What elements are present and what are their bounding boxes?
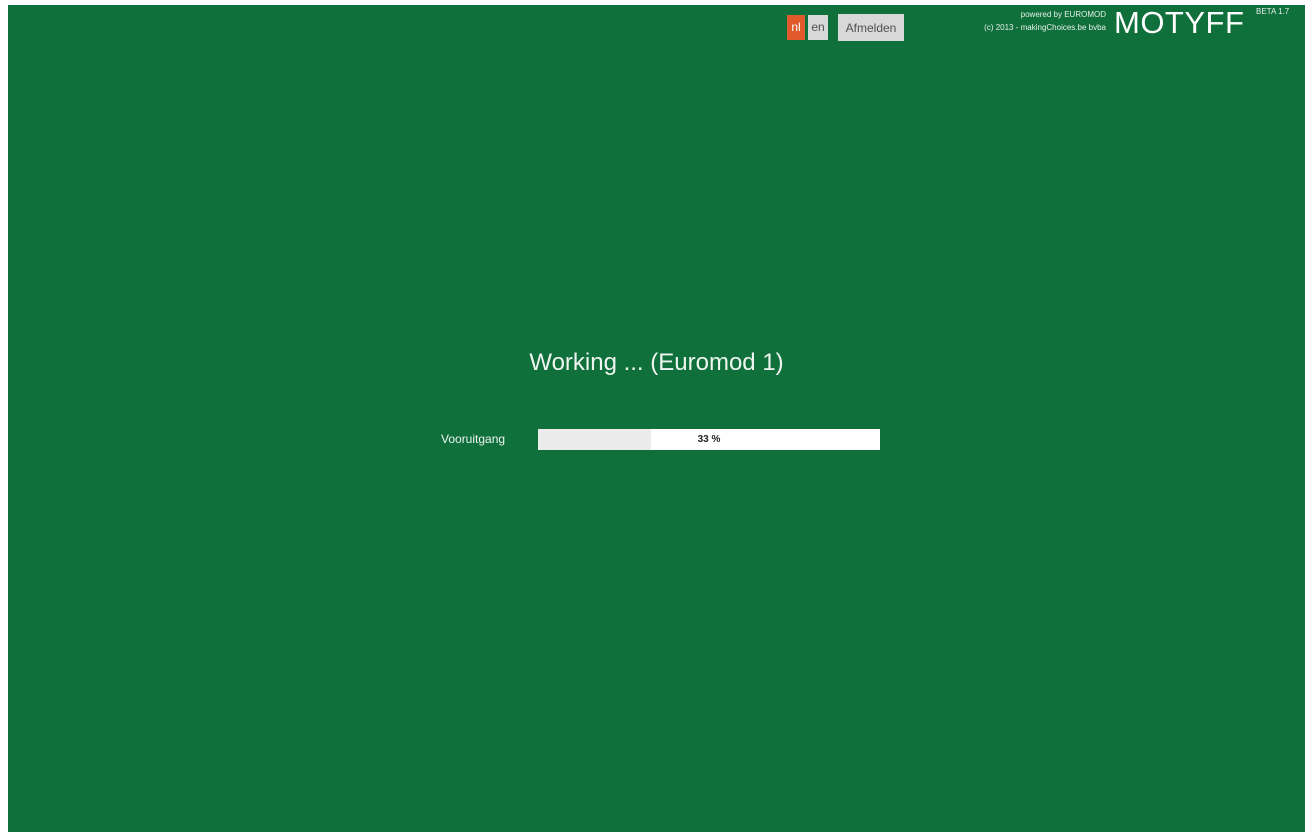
copyright-text: (c) 2013 - makingChoices.be bvba — [984, 23, 1106, 32]
language-nl-button[interactable]: nl — [787, 15, 805, 40]
credits: powered by EUROMOD (c) 2013 - makingChoi… — [984, 8, 1106, 34]
logout-button[interactable]: Afmelden — [838, 14, 904, 41]
language-en-button[interactable]: en — [808, 15, 828, 40]
app-background — [8, 5, 1305, 832]
progress-label: Vooruitgang — [441, 432, 506, 446]
powered-by-text: powered by EUROMOD — [1020, 10, 1106, 19]
version-badge: BETA 1.7 — [1256, 7, 1290, 16]
brand-logo: MOTYFF — [1114, 5, 1245, 40]
browser-viewport: nl en Afmelden powered by EUROMOD (c) 20… — [0, 0, 1305, 832]
status-title: Working ... (Euromod 1) — [529, 349, 784, 376]
progress-value-text: 33 % — [697, 434, 721, 445]
progress-bar: 33 % — [538, 429, 880, 450]
